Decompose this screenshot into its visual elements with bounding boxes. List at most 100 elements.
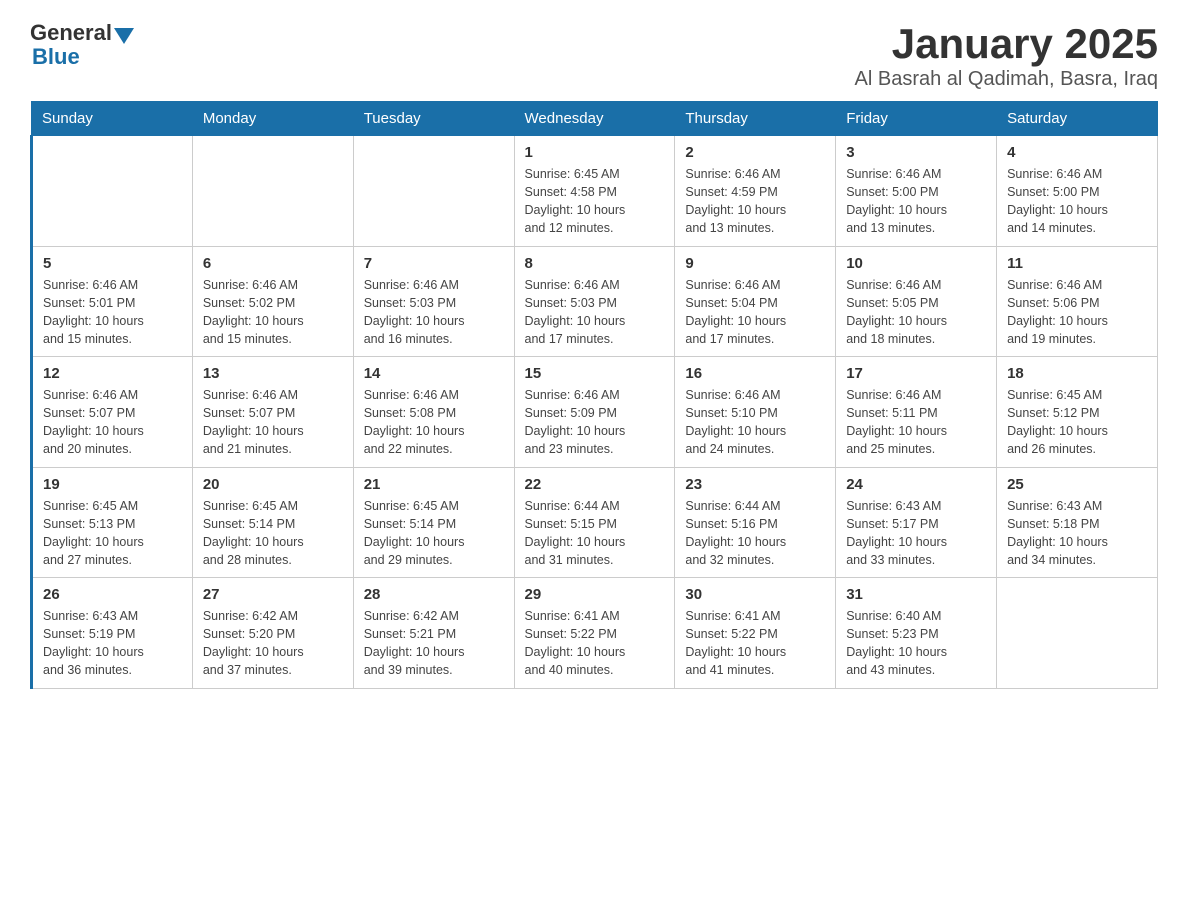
calendar-cell: 7 Sunrise: 6:46 AM Sunset: 5:03 PM Daylig… <box>353 246 514 357</box>
calendar-cell: 13 Sunrise: 6:46 AM Sunset: 5:07 PM Dayli… <box>192 357 353 468</box>
calendar-week-row: 12Sunrise: 6:46 AM Sunset: 5:07 PM Dayli… <box>32 357 1158 468</box>
calendar-cell: 26 Sunrise: 6:43 AM Sunset: 5:19 PM Dayli… <box>32 578 193 689</box>
day-info: Sunrise: 6:46 AM Sunset: 5:11 PM Dayligh… <box>846 386 986 459</box>
weekday-header-row: SundayMondayTuesdayWednesdayThursdayFrid… <box>32 102 1158 136</box>
main-title: January 2025 <box>855 20 1158 68</box>
day-info: Sunrise: 6:45 AM Sunset: 5:14 PM Dayligh… <box>364 497 504 570</box>
weekday-header-wednesday: Wednesday <box>514 102 675 136</box>
day-info: Sunrise: 6:45 AM Sunset: 5:13 PM Dayligh… <box>43 497 182 570</box>
day-info: Sunrise: 6:44 AM Sunset: 5:16 PM Dayligh… <box>685 497 825 570</box>
day-number: 20 <box>203 476 343 493</box>
day-number: 8 <box>525 255 665 272</box>
day-info: Sunrise: 6:46 AM Sunset: 5:00 PM Dayligh… <box>1007 165 1147 238</box>
calendar-cell: 2Sunrise: 6:46 AM Sunset: 4:59 PM Daylig… <box>675 136 836 247</box>
weekday-header-sunday: Sunday <box>32 102 193 136</box>
day-info: Sunrise: 6:46 AM Sunset: 5:06 PM Dayligh… <box>1007 276 1147 349</box>
day-number: 23 <box>685 476 825 493</box>
day-info: Sunrise: 6:46 AM Sunset: 5:01 PM Dayligh… <box>43 276 182 349</box>
day-info: Sunrise: 6:46 AM Sunset: 5:08 PM Dayligh… <box>364 386 504 459</box>
day-number: 19 <box>43 476 182 493</box>
day-info: Sunrise: 6:40 AM Sunset: 5:23 PM Dayligh… <box>846 607 986 680</box>
day-number: 10 <box>846 255 986 272</box>
calendar-cell <box>353 136 514 247</box>
calendar-cell: 31 Sunrise: 6:40 AM Sunset: 5:23 PM Dayli… <box>836 578 997 689</box>
day-info: Sunrise: 6:46 AM Sunset: 5:03 PM Dayligh… <box>364 276 504 349</box>
day-number: 26 <box>43 586 182 603</box>
day-info: Sunrise: 6:46 AM Sunset: 5:07 PM Dayligh… <box>43 386 182 459</box>
calendar-cell: 21 Sunrise: 6:45 AM Sunset: 5:14 PM Dayli… <box>353 467 514 578</box>
day-number: 24 <box>846 476 986 493</box>
calendar-cell: 18 Sunrise: 6:45 AM Sunset: 5:12 PM Dayli… <box>997 357 1158 468</box>
day-info: Sunrise: 6:46 AM Sunset: 5:03 PM Dayligh… <box>525 276 665 349</box>
day-info: Sunrise: 6:46 AM Sunset: 5:00 PM Dayligh… <box>846 165 986 238</box>
calendar-cell: 5Sunrise: 6:46 AM Sunset: 5:01 PM Daylig… <box>32 246 193 357</box>
calendar-cell <box>997 578 1158 689</box>
calendar-cell: 8 Sunrise: 6:46 AM Sunset: 5:03 PM Daylig… <box>514 246 675 357</box>
day-number: 7 <box>364 255 504 272</box>
day-number: 13 <box>203 365 343 382</box>
logo-blue-text: Blue <box>32 44 134 70</box>
calendar-cell: 6Sunrise: 6:46 AM Sunset: 5:02 PM Daylig… <box>192 246 353 357</box>
weekday-header-friday: Friday <box>836 102 997 136</box>
calendar-week-row: 26 Sunrise: 6:43 AM Sunset: 5:19 PM Dayli… <box>32 578 1158 689</box>
day-number: 18 <box>1007 365 1147 382</box>
day-number: 3 <box>846 144 986 161</box>
page-header: General Blue January 2025 Al Basrah al Q… <box>30 20 1158 91</box>
calendar-cell: 25 Sunrise: 6:43 AM Sunset: 5:18 PM Dayli… <box>997 467 1158 578</box>
calendar-cell: 3 Sunrise: 6:46 AM Sunset: 5:00 PM Daylig… <box>836 136 997 247</box>
day-info: Sunrise: 6:43 AM Sunset: 5:18 PM Dayligh… <box>1007 497 1147 570</box>
day-info: Sunrise: 6:45 AM Sunset: 5:14 PM Dayligh… <box>203 497 343 570</box>
day-number: 17 <box>846 365 986 382</box>
day-info: Sunrise: 6:41 AM Sunset: 5:22 PM Dayligh… <box>525 607 665 680</box>
calendar-cell: 15 Sunrise: 6:46 AM Sunset: 5:09 PM Dayli… <box>514 357 675 468</box>
calendar-week-row: 1Sunrise: 6:45 AM Sunset: 4:58 PM Daylig… <box>32 136 1158 247</box>
day-info: Sunrise: 6:45 AM Sunset: 4:58 PM Dayligh… <box>525 165 665 238</box>
day-number: 21 <box>364 476 504 493</box>
calendar-cell: 24 Sunrise: 6:43 AM Sunset: 5:17 PM Dayli… <box>836 467 997 578</box>
calendar-cell <box>32 136 193 247</box>
subtitle: Al Basrah al Qadimah, Basra, Iraq <box>855 68 1158 91</box>
calendar-cell: 4 Sunrise: 6:46 AM Sunset: 5:00 PM Daylig… <box>997 136 1158 247</box>
day-info: Sunrise: 6:45 AM Sunset: 5:12 PM Dayligh… <box>1007 386 1147 459</box>
calendar-cell: 30Sunrise: 6:41 AM Sunset: 5:22 PM Dayli… <box>675 578 836 689</box>
calendar-cell: 1Sunrise: 6:45 AM Sunset: 4:58 PM Daylig… <box>514 136 675 247</box>
weekday-header-thursday: Thursday <box>675 102 836 136</box>
day-info: Sunrise: 6:46 AM Sunset: 5:10 PM Dayligh… <box>685 386 825 459</box>
day-info: Sunrise: 6:43 AM Sunset: 5:19 PM Dayligh… <box>43 607 182 680</box>
day-info: Sunrise: 6:46 AM Sunset: 5:09 PM Dayligh… <box>525 386 665 459</box>
day-info: Sunrise: 6:46 AM Sunset: 5:07 PM Dayligh… <box>203 386 343 459</box>
day-number: 25 <box>1007 476 1147 493</box>
day-info: Sunrise: 6:43 AM Sunset: 5:17 PM Dayligh… <box>846 497 986 570</box>
weekday-header-monday: Monday <box>192 102 353 136</box>
day-number: 4 <box>1007 144 1147 161</box>
day-number: 29 <box>525 586 665 603</box>
calendar-cell <box>192 136 353 247</box>
day-info: Sunrise: 6:46 AM Sunset: 5:05 PM Dayligh… <box>846 276 986 349</box>
calendar-cell: 14Sunrise: 6:46 AM Sunset: 5:08 PM Dayli… <box>353 357 514 468</box>
day-info: Sunrise: 6:44 AM Sunset: 5:15 PM Dayligh… <box>525 497 665 570</box>
calendar-week-row: 5Sunrise: 6:46 AM Sunset: 5:01 PM Daylig… <box>32 246 1158 357</box>
day-number: 11 <box>1007 255 1147 272</box>
calendar-cell: 22 Sunrise: 6:44 AM Sunset: 5:15 PM Dayli… <box>514 467 675 578</box>
day-number: 15 <box>525 365 665 382</box>
calendar-cell: 29 Sunrise: 6:41 AM Sunset: 5:22 PM Dayli… <box>514 578 675 689</box>
logo-general-text: General <box>30 20 112 46</box>
calendar-cell: 19 Sunrise: 6:45 AM Sunset: 5:13 PM Dayli… <box>32 467 193 578</box>
calendar-cell: 23 Sunrise: 6:44 AM Sunset: 5:16 PM Dayli… <box>675 467 836 578</box>
day-info: Sunrise: 6:41 AM Sunset: 5:22 PM Dayligh… <box>685 607 825 680</box>
day-info: Sunrise: 6:46 AM Sunset: 4:59 PM Dayligh… <box>685 165 825 238</box>
calendar-cell: 11 Sunrise: 6:46 AM Sunset: 5:06 PM Dayli… <box>997 246 1158 357</box>
day-number: 16 <box>685 365 825 382</box>
weekday-header-tuesday: Tuesday <box>353 102 514 136</box>
day-number: 9 <box>685 255 825 272</box>
calendar-cell: 12Sunrise: 6:46 AM Sunset: 5:07 PM Dayli… <box>32 357 193 468</box>
calendar-cell: 27Sunrise: 6:42 AM Sunset: 5:20 PM Dayli… <box>192 578 353 689</box>
day-info: Sunrise: 6:46 AM Sunset: 5:04 PM Dayligh… <box>685 276 825 349</box>
logo: General Blue <box>30 20 134 70</box>
day-number: 6 <box>203 255 343 272</box>
calendar-cell: 10 Sunrise: 6:46 AM Sunset: 5:05 PM Dayli… <box>836 246 997 357</box>
day-info: Sunrise: 6:42 AM Sunset: 5:20 PM Dayligh… <box>203 607 343 680</box>
day-number: 31 <box>846 586 986 603</box>
day-number: 22 <box>525 476 665 493</box>
logo-triangle-icon <box>114 28 134 44</box>
